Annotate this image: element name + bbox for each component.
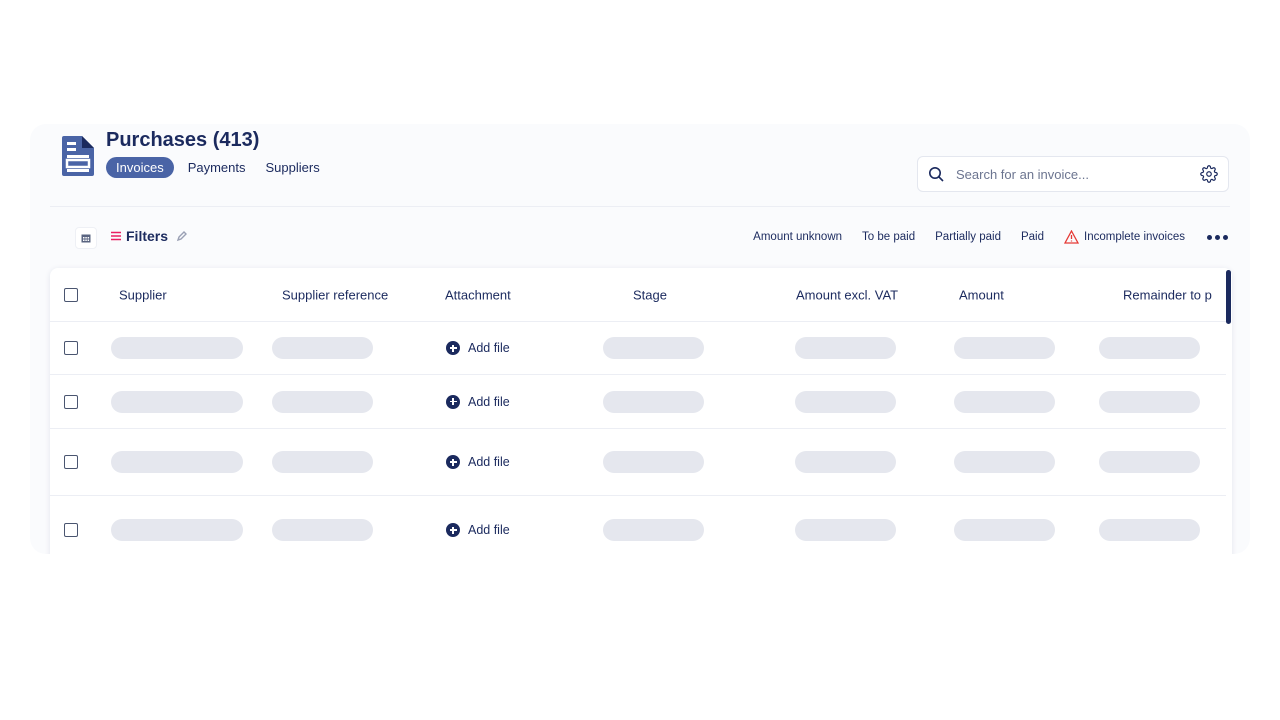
loading-placeholder bbox=[272, 519, 373, 541]
select-all-checkbox[interactable] bbox=[64, 287, 78, 302]
column-header-amount-excl-vat[interactable]: Amount excl. VAT bbox=[796, 287, 898, 302]
tab-to-be-paid[interactable]: To be paid bbox=[862, 231, 915, 243]
tab-paid[interactable]: Paid bbox=[1021, 231, 1044, 243]
add-circle-icon bbox=[446, 523, 460, 537]
tab-label: Paid bbox=[1020, 231, 1044, 243]
filters-button[interactable]: Filters bbox=[110, 228, 188, 244]
loading-placeholder bbox=[603, 451, 704, 473]
purchases-tabs: Invoices Payments Suppliers bbox=[106, 157, 326, 178]
loading-placeholder bbox=[272, 390, 373, 413]
row-checkbox[interactable] bbox=[64, 455, 78, 469]
add-circle-icon bbox=[446, 341, 460, 355]
calendar-button[interactable] bbox=[75, 227, 97, 249]
invoice-document-icon bbox=[62, 136, 94, 176]
tab-label: To be paid bbox=[862, 231, 916, 243]
column-header-remainder-to-pay[interactable]: Remainder to p bbox=[1123, 287, 1212, 302]
search-box bbox=[917, 156, 1229, 192]
row-checkbox[interactable] bbox=[64, 523, 78, 537]
calendar-icon bbox=[81, 234, 91, 243]
add-file-label: Add file bbox=[468, 394, 510, 409]
loading-placeholder bbox=[954, 519, 1055, 541]
loading-placeholder bbox=[1099, 451, 1200, 473]
add-file-button[interactable]: Add file bbox=[446, 394, 510, 409]
loading-placeholder bbox=[111, 337, 243, 359]
column-header-attachment[interactable]: Attachment bbox=[445, 287, 511, 302]
loading-placeholder bbox=[111, 451, 243, 473]
loading-placeholder bbox=[795, 519, 896, 541]
tab-label: Partially paid bbox=[935, 231, 1001, 243]
loading-placeholder bbox=[272, 451, 373, 473]
column-header-supplier-reference[interactable]: Supplier reference bbox=[282, 287, 388, 302]
invoices-table: Supplier Supplier reference Attachment S… bbox=[50, 268, 1232, 554]
row-checkbox[interactable] bbox=[64, 394, 78, 409]
search-input[interactable] bbox=[956, 166, 1200, 182]
add-file-button[interactable]: Add file bbox=[446, 523, 510, 537]
table-row[interactable]: Add file bbox=[50, 322, 1226, 375]
loading-placeholder bbox=[603, 519, 704, 541]
tab-incomplete-invoices[interactable]: Incomplete invoices bbox=[1064, 230, 1185, 244]
loading-placeholder bbox=[795, 451, 896, 473]
tab-label: Amount unknown bbox=[753, 231, 843, 243]
loading-placeholder bbox=[954, 337, 1055, 359]
column-header-amount[interactable]: Amount bbox=[959, 287, 1004, 302]
add-file-button[interactable]: Add file bbox=[446, 341, 510, 355]
loading-placeholder bbox=[111, 519, 243, 541]
table-row[interactable]: Add file bbox=[50, 496, 1226, 554]
search-icon bbox=[929, 167, 944, 182]
gear-icon[interactable] bbox=[1200, 165, 1218, 183]
add-circle-icon bbox=[446, 394, 460, 409]
loading-placeholder bbox=[954, 451, 1055, 473]
add-file-label: Add file bbox=[468, 341, 510, 355]
loading-placeholder bbox=[954, 390, 1055, 413]
table-header-row: Supplier Supplier reference Attachment S… bbox=[50, 268, 1226, 322]
tab-partially-paid[interactable]: Partially paid bbox=[935, 231, 1001, 243]
tab-suppliers[interactable]: Suppliers bbox=[260, 157, 326, 178]
add-file-button[interactable]: Add file bbox=[446, 455, 510, 469]
tab-amount-unknown[interactable]: Amount unknown bbox=[753, 231, 842, 243]
add-circle-icon bbox=[446, 455, 460, 469]
page-title: Purchases (413) bbox=[106, 129, 260, 151]
table-row[interactable]: Add file bbox=[50, 429, 1226, 496]
warning-icon bbox=[1064, 230, 1079, 244]
filter-lines-icon bbox=[111, 231, 121, 241]
add-file-label: Add file bbox=[468, 523, 510, 537]
add-file-label: Add file bbox=[468, 455, 510, 469]
table-scrollbar[interactable] bbox=[1226, 270, 1231, 324]
filters-label: Filters bbox=[126, 228, 169, 244]
tab-payments[interactable]: Payments bbox=[182, 157, 252, 178]
header-divider bbox=[50, 206, 1230, 207]
column-header-supplier[interactable]: Supplier bbox=[119, 287, 167, 302]
tab-label: Incomplete invoices bbox=[1084, 231, 1185, 243]
loading-placeholder bbox=[603, 390, 704, 413]
loading-placeholder bbox=[272, 337, 373, 359]
tab-invoices[interactable]: Invoices bbox=[106, 157, 174, 178]
loading-placeholder bbox=[111, 390, 243, 413]
pencil-icon[interactable] bbox=[176, 230, 188, 242]
more-options-icon[interactable] bbox=[1205, 234, 1228, 240]
status-tabs: Amount unknown To be paid Partially paid… bbox=[753, 230, 1228, 244]
loading-placeholder bbox=[1099, 337, 1200, 359]
purchases-panel: Purchases (413) Invoices Payments Suppli… bbox=[30, 124, 1250, 554]
loading-placeholder bbox=[795, 337, 896, 359]
loading-placeholder bbox=[1099, 519, 1200, 541]
loading-placeholder bbox=[795, 390, 896, 413]
table-row[interactable]: Add file bbox=[50, 375, 1226, 429]
row-checkbox[interactable] bbox=[64, 341, 78, 355]
loading-placeholder bbox=[1099, 390, 1200, 413]
loading-placeholder bbox=[603, 337, 704, 359]
column-header-stage[interactable]: Stage bbox=[633, 287, 667, 302]
